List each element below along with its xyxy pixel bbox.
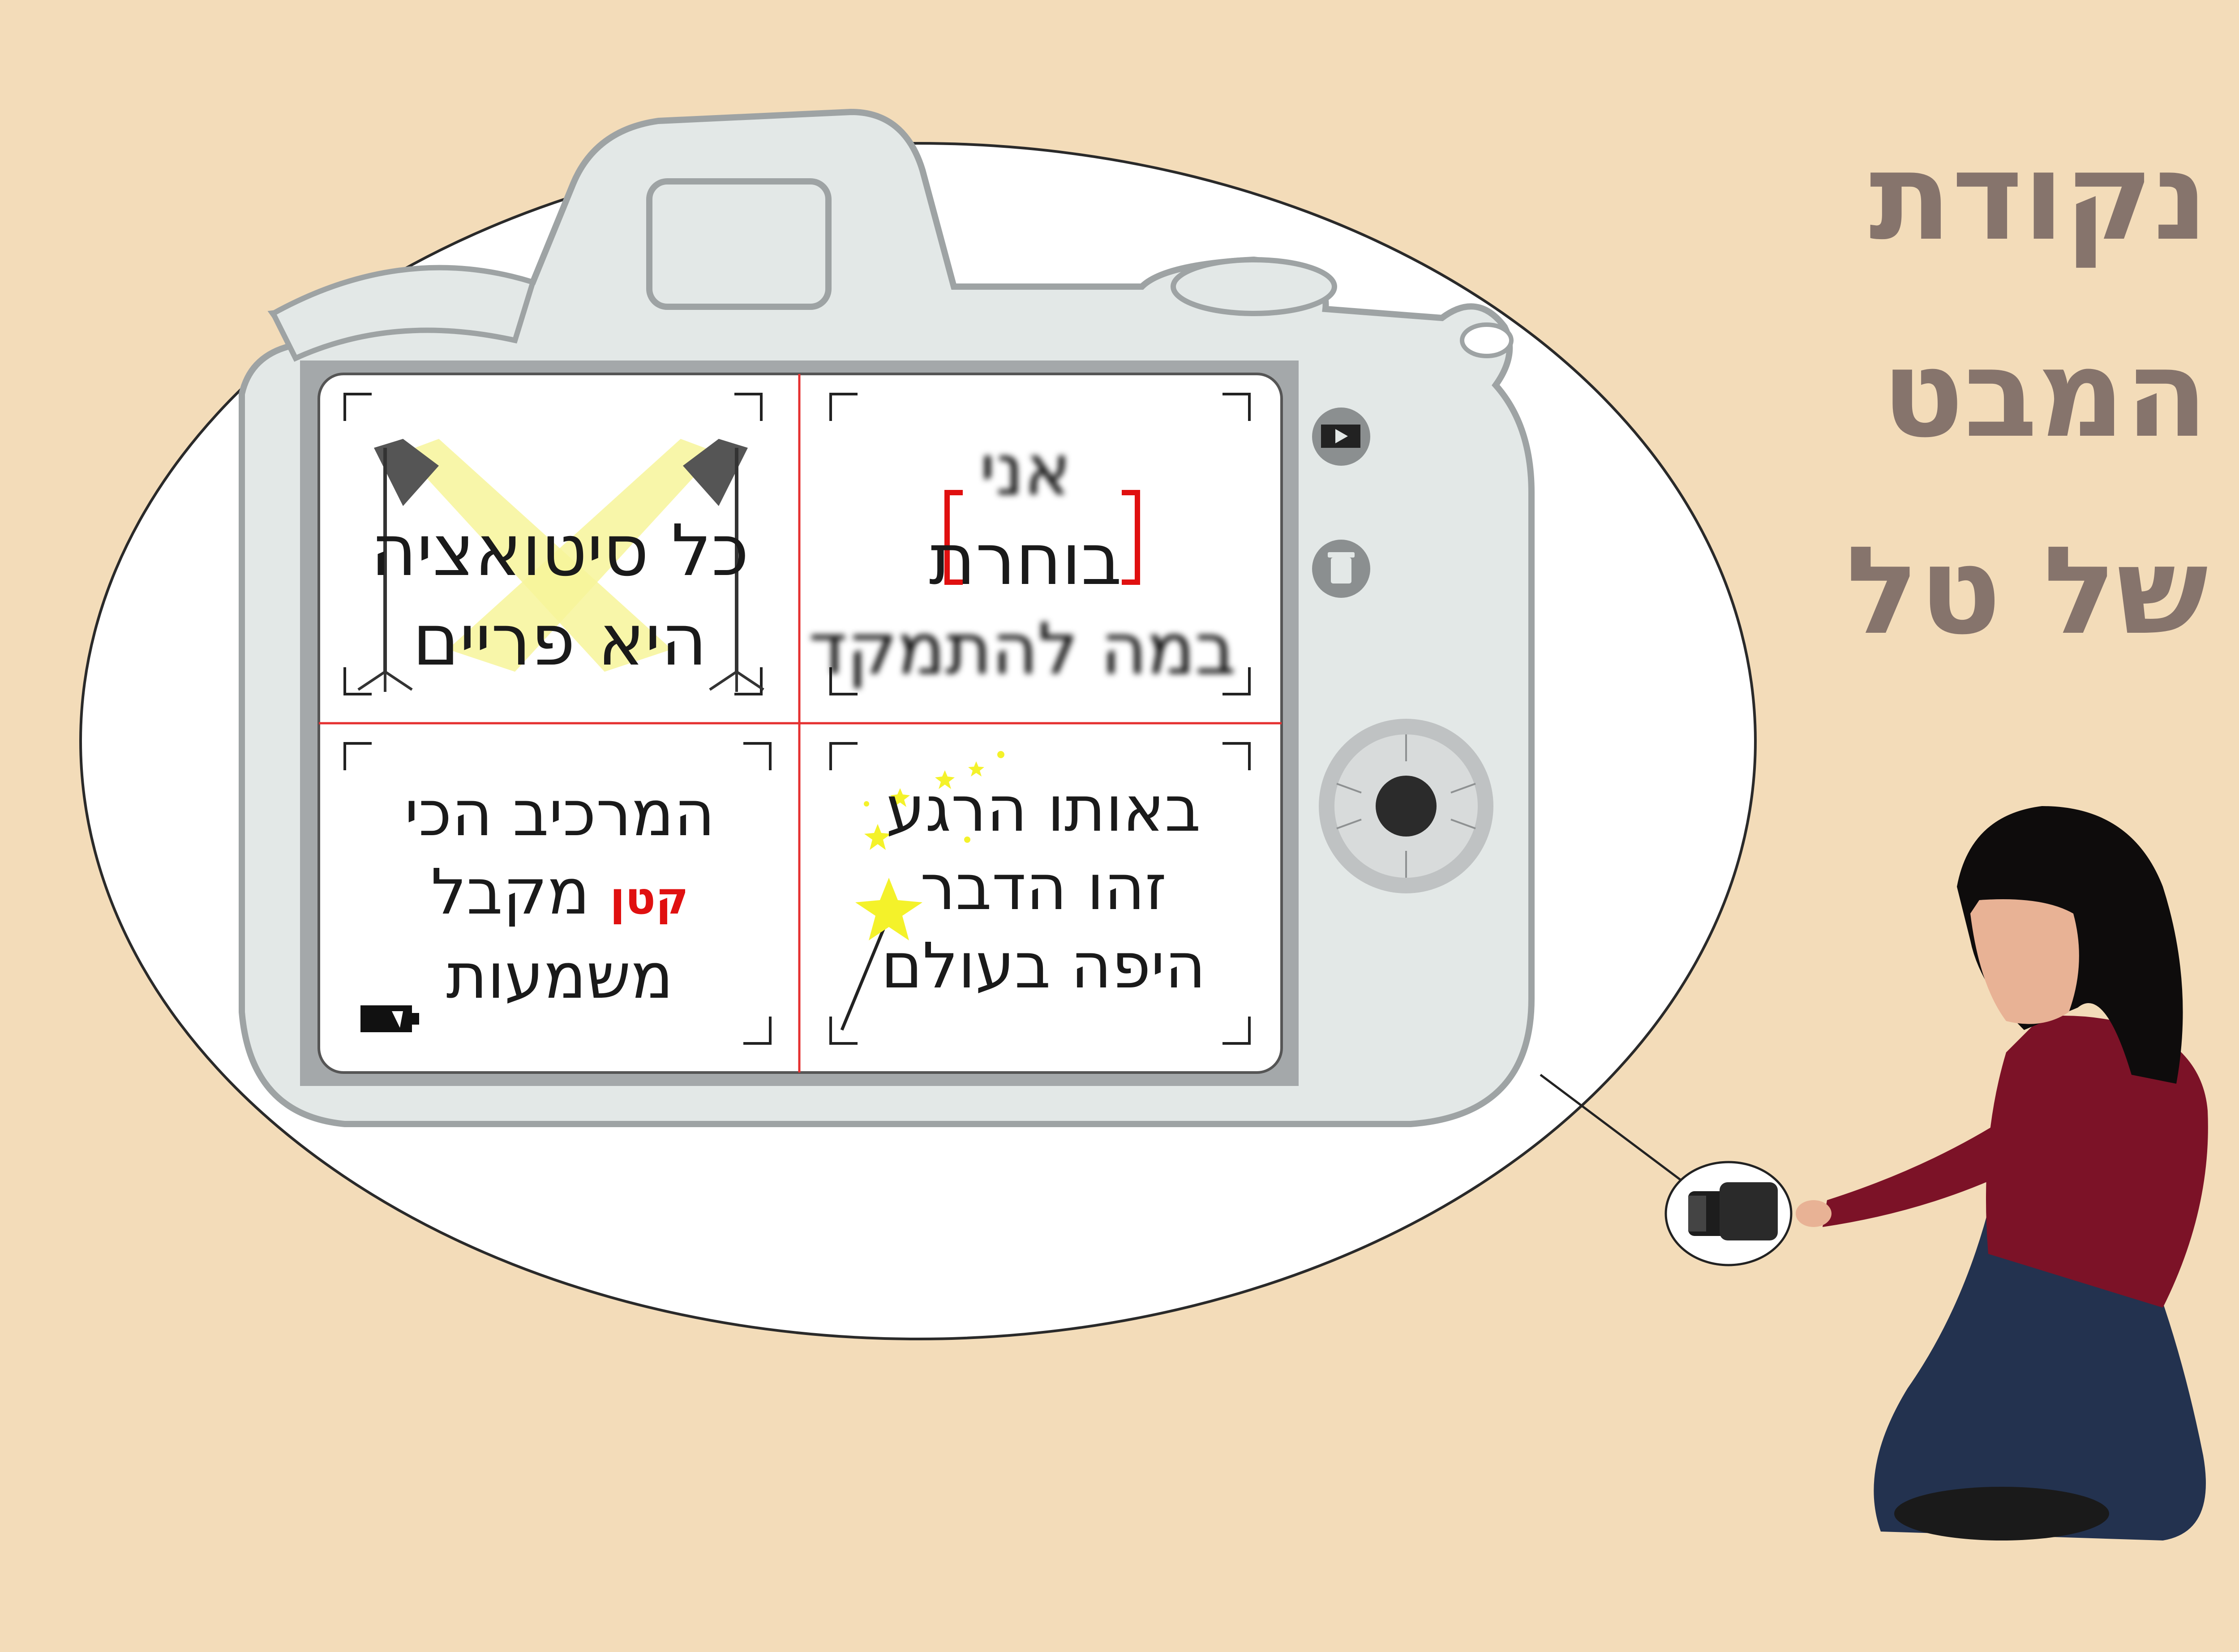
quadrant-frame-text: כל סיטואציה היא פריים xyxy=(331,506,788,685)
viewfinder xyxy=(646,178,832,310)
detail-line-3: משמעות xyxy=(446,940,673,1013)
shutter-button xyxy=(1171,257,1337,316)
bubble-pointer xyxy=(1540,1074,1685,1183)
moment-line-2: זהו הדבר xyxy=(920,851,1167,924)
frame-line-2: היא פריים xyxy=(412,599,707,682)
moment-line-3: היפה בעולם xyxy=(881,930,1206,1003)
detail-red-word: קטן xyxy=(609,872,689,924)
navigation-dial[interactable] xyxy=(1319,719,1493,893)
title-line-1: נקודת xyxy=(1869,126,2208,267)
focus-line-2: בוחרת xyxy=(929,519,1122,601)
quadrant-focus-text: אני בוחרת במה להתמקד xyxy=(808,425,1236,694)
quadrant-detail-text: המרכיב הכי קטן מקבל משמעות xyxy=(340,775,779,1016)
quadrant-moment-text: באותו הרגע זהו הדבר היפה בעולם xyxy=(833,770,1254,1005)
trash-button[interactable] xyxy=(1312,540,1370,598)
camera-closeup xyxy=(1664,1161,1793,1266)
title-line-2: המבט xyxy=(1882,323,2208,464)
poster: נקודת המבט של טל אני בוחרת במה להתמקד כל… xyxy=(0,0,2239,1652)
page-title: נקודת המבט של טל xyxy=(1671,99,2208,690)
title-line-3: של טל xyxy=(1846,520,2208,661)
detail-line-2-rest: מקבל xyxy=(431,856,610,929)
woman-with-camera xyxy=(1796,806,2208,1540)
play-button[interactable] xyxy=(1312,408,1370,466)
detail-line-2: קטן מקבל xyxy=(340,853,779,937)
detail-line-1: המרכיב הכי xyxy=(404,777,715,850)
frame-line-1: כל סיטואציה xyxy=(370,510,749,592)
focus-line-3: במה להתמקד xyxy=(808,608,1236,691)
focus-line-1: אני xyxy=(979,429,1072,511)
moment-line-1: באותו הרגע xyxy=(886,773,1201,846)
